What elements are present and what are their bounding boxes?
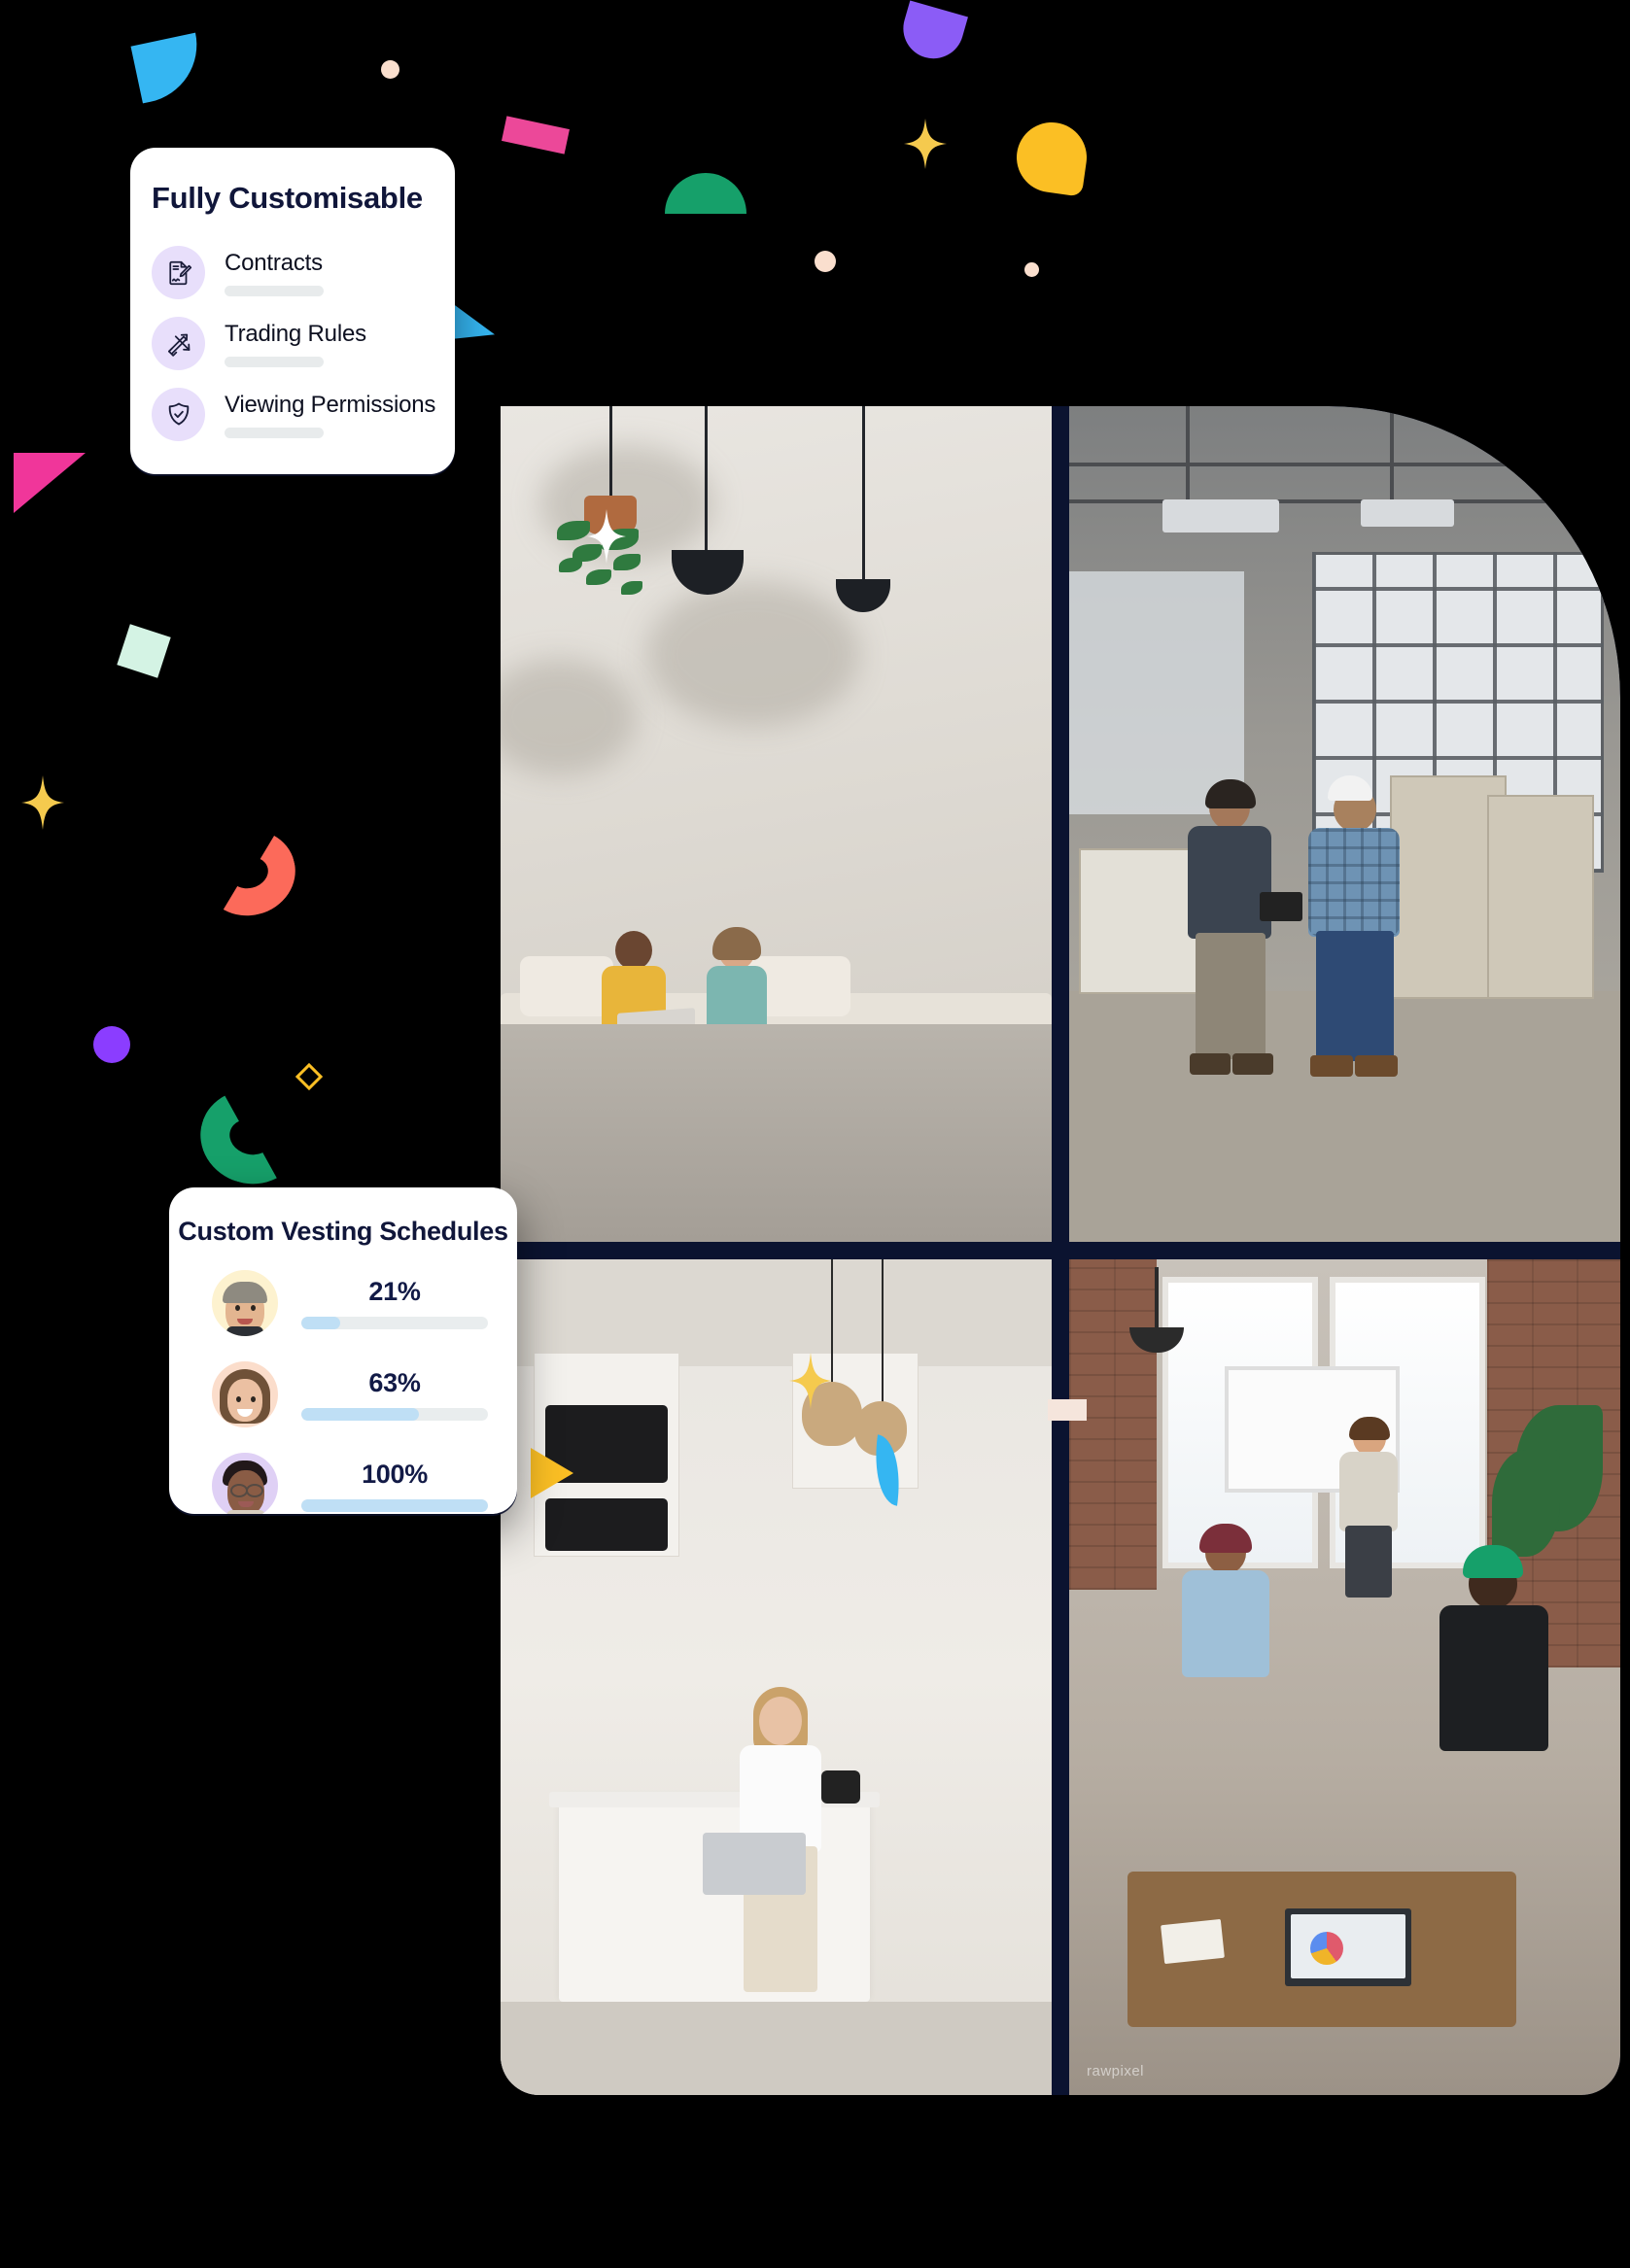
feature-label-viewing-permissions: Viewing Permissions <box>225 391 436 418</box>
photo-kitchen-laptop <box>501 1259 1052 2095</box>
feature-placeholder-bar <box>225 427 324 438</box>
vesting-meter: 63% <box>301 1368 488 1421</box>
confetti-yellow-diamond <box>295 1062 324 1091</box>
features-list: Contracts Trading Rules Viewing Permissi… <box>130 237 455 450</box>
confetti-peach-dot-mid <box>815 251 836 272</box>
feature-label-trading-rules: Trading Rules <box>225 320 366 347</box>
fully-customisable-card: Fully Customisable Contracts Trading Rul… <box>130 148 455 474</box>
feature-text-trading-rules: Trading Rules <box>225 321 366 367</box>
photo-warehouse-workers <box>1069 406 1620 1242</box>
confetti-purple-halfdisc <box>896 0 968 66</box>
vesting-row[interactable]: 100% <box>212 1453 488 1514</box>
confetti-peach-dot-top <box>381 60 399 79</box>
confetti-yellow-blob <box>1012 118 1092 197</box>
confetti-sparkle-gold-left <box>21 775 64 830</box>
vesting-progress-fill <box>301 1408 419 1421</box>
confetti-sparkle-yellow-top <box>904 119 947 169</box>
vesting-progress-track[interactable] <box>301 1408 488 1421</box>
vesting-percent-label: 63% <box>368 1368 421 1397</box>
confetti-coral-arc <box>192 819 305 926</box>
avatar-woman-brown-hair <box>212 1361 278 1427</box>
confetti-blue-quarter-top-left <box>130 32 208 104</box>
vesting-percent-label: 100% <box>362 1460 428 1489</box>
confetti-purple-dot <box>93 1026 130 1063</box>
vesting-rows: 21% 63% 100% <box>169 1270 517 1514</box>
confetti-green-arc <box>189 1078 313 1196</box>
feature-row-viewing-permissions[interactable]: Viewing Permissions <box>130 379 455 450</box>
confetti-yellow-triangle-bottom <box>531 1448 573 1498</box>
feature-row-contracts[interactable]: Contracts <box>130 237 455 308</box>
confetti-green-halfdisc <box>665 173 746 214</box>
feature-label-contracts: Contracts <box>225 249 323 276</box>
vesting-progress-track[interactable] <box>301 1317 488 1329</box>
vesting-card-title: Custom Vesting Schedules <box>178 1217 508 1246</box>
feature-text-viewing-permissions: Viewing Permissions <box>225 392 435 438</box>
shield-check-icon <box>152 388 205 441</box>
avatar-man-grey-hair <box>212 1270 278 1336</box>
vesting-meter: 100% <box>301 1460 488 1512</box>
photo-collage: rawpixel <box>501 406 1620 2095</box>
vesting-progress-fill <box>301 1317 341 1329</box>
feature-placeholder-bar <box>225 285 324 296</box>
confetti-peach-dot-right <box>1024 262 1039 277</box>
vesting-row[interactable]: 63% <box>212 1361 488 1427</box>
confetti-magenta-triangle <box>14 453 86 513</box>
page-root: rawpixel Fully Customisable Contracts Tr… <box>0 0 1630 2268</box>
vesting-row[interactable]: 21% <box>212 1270 488 1336</box>
photo-meeting-room: rawpixel <box>1069 1259 1620 2095</box>
feature-text-contracts: Contracts <box>225 250 324 296</box>
confetti-sparkle-gold-bottom <box>789 1353 832 1409</box>
photo-cafe-wall-plant <box>501 406 1052 1242</box>
confetti-pink-rect <box>502 116 570 155</box>
vesting-progress-track[interactable] <box>301 1499 488 1512</box>
avatar-woman-glasses <box>212 1453 278 1514</box>
vesting-percent-label: 21% <box>368 1277 421 1306</box>
contract-signature-icon <box>152 246 205 299</box>
confetti-mint-square <box>117 624 171 678</box>
vesting-meter: 21% <box>301 1277 488 1329</box>
collage-watermark: rawpixel <box>1087 2063 1145 2079</box>
vesting-progress-fill <box>301 1499 488 1512</box>
features-card-title: Fully Customisable <box>152 181 423 215</box>
custom-vesting-schedules-card: Custom Vesting Schedules 21% 63% 100% <box>169 1187 517 1514</box>
feature-placeholder-bar <box>225 356 324 367</box>
confetti-sparkle-white-photo <box>587 509 626 564</box>
exchange-arrows-icon <box>152 317 205 370</box>
confetti-light-rect-bottom <box>1048 1399 1087 1421</box>
feature-row-trading-rules[interactable]: Trading Rules <box>130 308 455 379</box>
